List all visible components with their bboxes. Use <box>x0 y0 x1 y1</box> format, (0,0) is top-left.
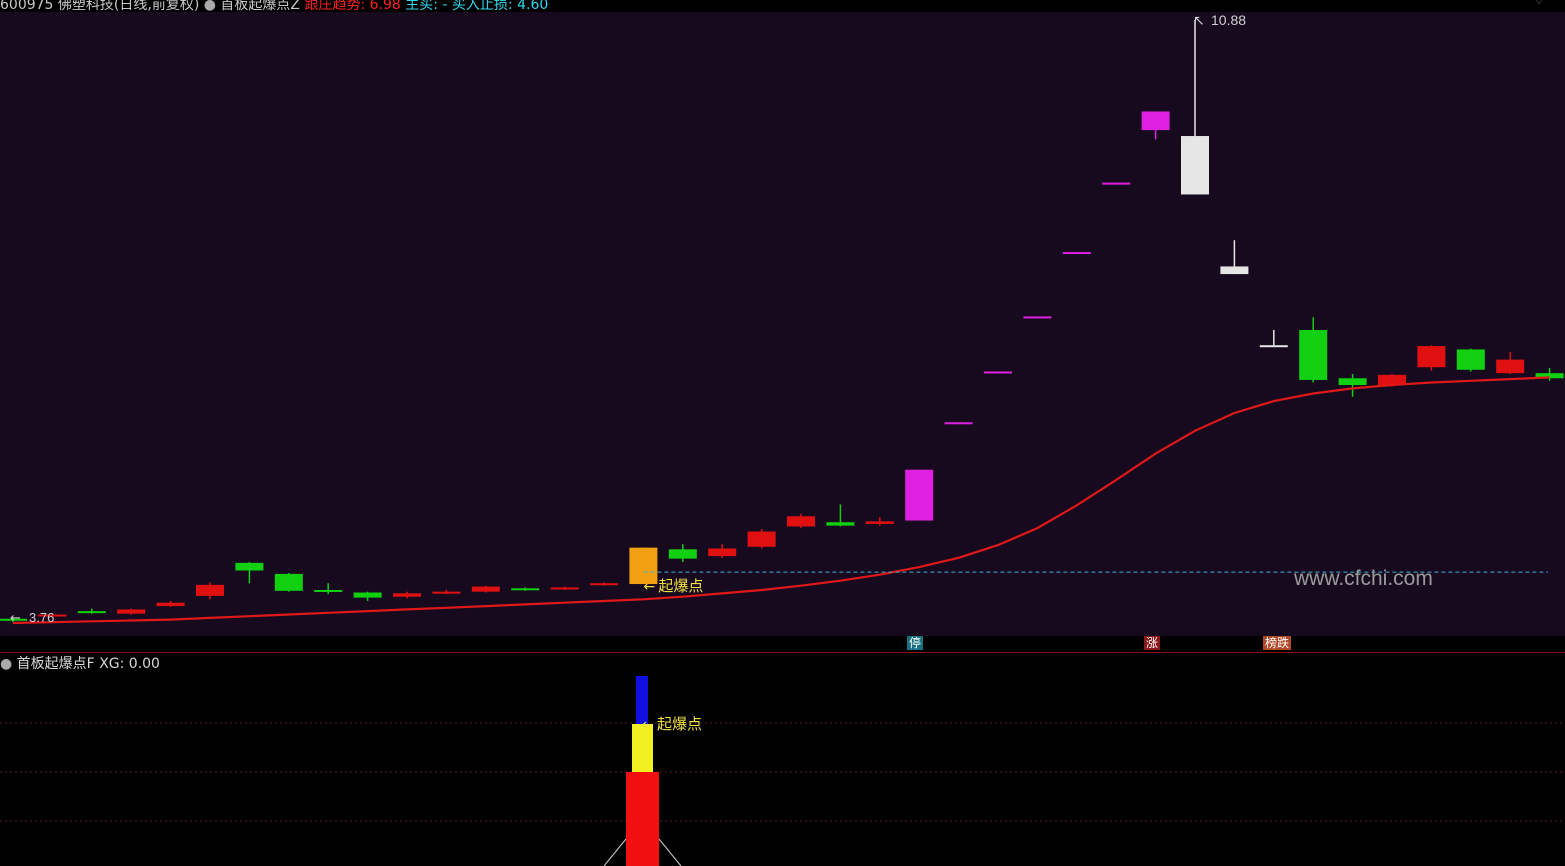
candle-body[interactable] <box>353 592 382 598</box>
sub-signal-label: 起爆点 <box>657 715 702 733</box>
candle-body[interactable] <box>511 588 540 591</box>
sub-indicator-title[interactable]: 首板起爆点F <box>17 656 95 672</box>
signal-fan-line <box>658 838 682 866</box>
indicator-menu-icon[interactable]: ● <box>204 0 216 12</box>
high-arrow-icon: ↖ <box>1193 13 1205 29</box>
candle-body[interactable] <box>590 583 618 586</box>
candle-body[interactable] <box>1062 252 1091 255</box>
candle-body[interactable] <box>668 549 697 559</box>
buy-value: - <box>442 0 448 12</box>
candle-body[interactable] <box>550 587 579 590</box>
chart-header: 600975 佛塑科技(日线,前复权) ● 首板起爆点Z 跟庄趋势: 6.98 … <box>0 0 1565 12</box>
candle-body[interactable] <box>117 609 146 614</box>
event-marker-strip: 停 涨 榜跌 <box>0 636 1565 653</box>
candle-body[interactable] <box>787 516 815 527</box>
signal-label: 起爆点 <box>658 577 703 595</box>
trend-label: 跟庄趋势: <box>304 0 366 12</box>
signal-fan-line <box>603 838 627 866</box>
candle-body[interactable] <box>1141 111 1170 131</box>
candle-body[interactable] <box>274 573 303 591</box>
buy-label: 主买: <box>405 0 438 12</box>
candlestick-chart[interactable]: 10.88 ↖ 3.76 ← 起爆点 ← www.cfchi.com <box>0 12 1565 636</box>
stock-code: 600975 <box>0 0 54 12</box>
candle-body[interactable] <box>826 522 855 526</box>
sub-signal-arrow-icon: ← <box>642 717 654 733</box>
low-price-label: 3.76 <box>29 610 54 625</box>
candle-body[interactable] <box>156 602 185 607</box>
candle-body[interactable] <box>1023 316 1052 319</box>
candle-body[interactable] <box>1456 349 1485 370</box>
marker-list-fall[interactable]: 榜跌 <box>1263 636 1292 650</box>
candle-body[interactable] <box>944 422 973 425</box>
candle-body[interactable] <box>708 548 737 557</box>
stop-value: 4.60 <box>517 0 549 12</box>
candle-body[interactable] <box>1338 378 1367 386</box>
candle-body[interactable] <box>1259 345 1288 348</box>
xg-label: XG: <box>99 656 125 672</box>
high-price-label: 10.88 <box>1211 12 1246 28</box>
marker-rise[interactable]: 涨 <box>1144 636 1161 650</box>
low-arrow-icon: ← <box>10 611 21 626</box>
candle-body[interactable] <box>393 593 421 597</box>
candle-body[interactable] <box>747 531 776 547</box>
sub-indicator-chart[interactable]: ← 起爆点 <box>0 671 1565 866</box>
candle-body[interactable] <box>471 586 500 592</box>
watermark: www.cfchi.com <box>1293 567 1433 590</box>
chart-background <box>0 12 1565 636</box>
stop-label: 买入止损: <box>451 0 513 12</box>
candle-body[interactable] <box>77 611 106 614</box>
candle-body[interactable] <box>1181 136 1209 195</box>
candle-body[interactable] <box>1102 182 1131 185</box>
trend-value: 6.98 <box>369 0 401 12</box>
candle-body[interactable] <box>1496 359 1525 374</box>
candle-body[interactable] <box>905 469 934 521</box>
sub-menu-icon[interactable]: ● <box>0 656 12 672</box>
collapse-icon[interactable]: ♢ <box>1533 0 1545 8</box>
xg-value: 0.00 <box>128 656 160 672</box>
candle-body[interactable] <box>1220 266 1249 275</box>
marker-halt[interactable]: 停 <box>907 636 924 650</box>
signal-arrow-icon: ← <box>643 579 655 595</box>
candle-body[interactable] <box>1417 346 1446 368</box>
candle-body[interactable] <box>235 562 264 571</box>
stock-name[interactable]: 佛塑科技(日线,前复权) <box>58 0 199 12</box>
candle-body[interactable] <box>314 589 343 592</box>
candle-body[interactable] <box>1299 329 1328 380</box>
candle-body[interactable] <box>196 584 224 596</box>
signal-bar-red <box>626 772 659 866</box>
indicator-name[interactable]: 首板起爆点Z <box>220 0 300 12</box>
candle-body[interactable] <box>865 521 894 524</box>
sub-indicator-header: ● 首板起爆点F XG: 0.00 <box>0 653 160 672</box>
candle-body[interactable] <box>432 591 461 594</box>
candle-body[interactable] <box>984 371 1012 374</box>
